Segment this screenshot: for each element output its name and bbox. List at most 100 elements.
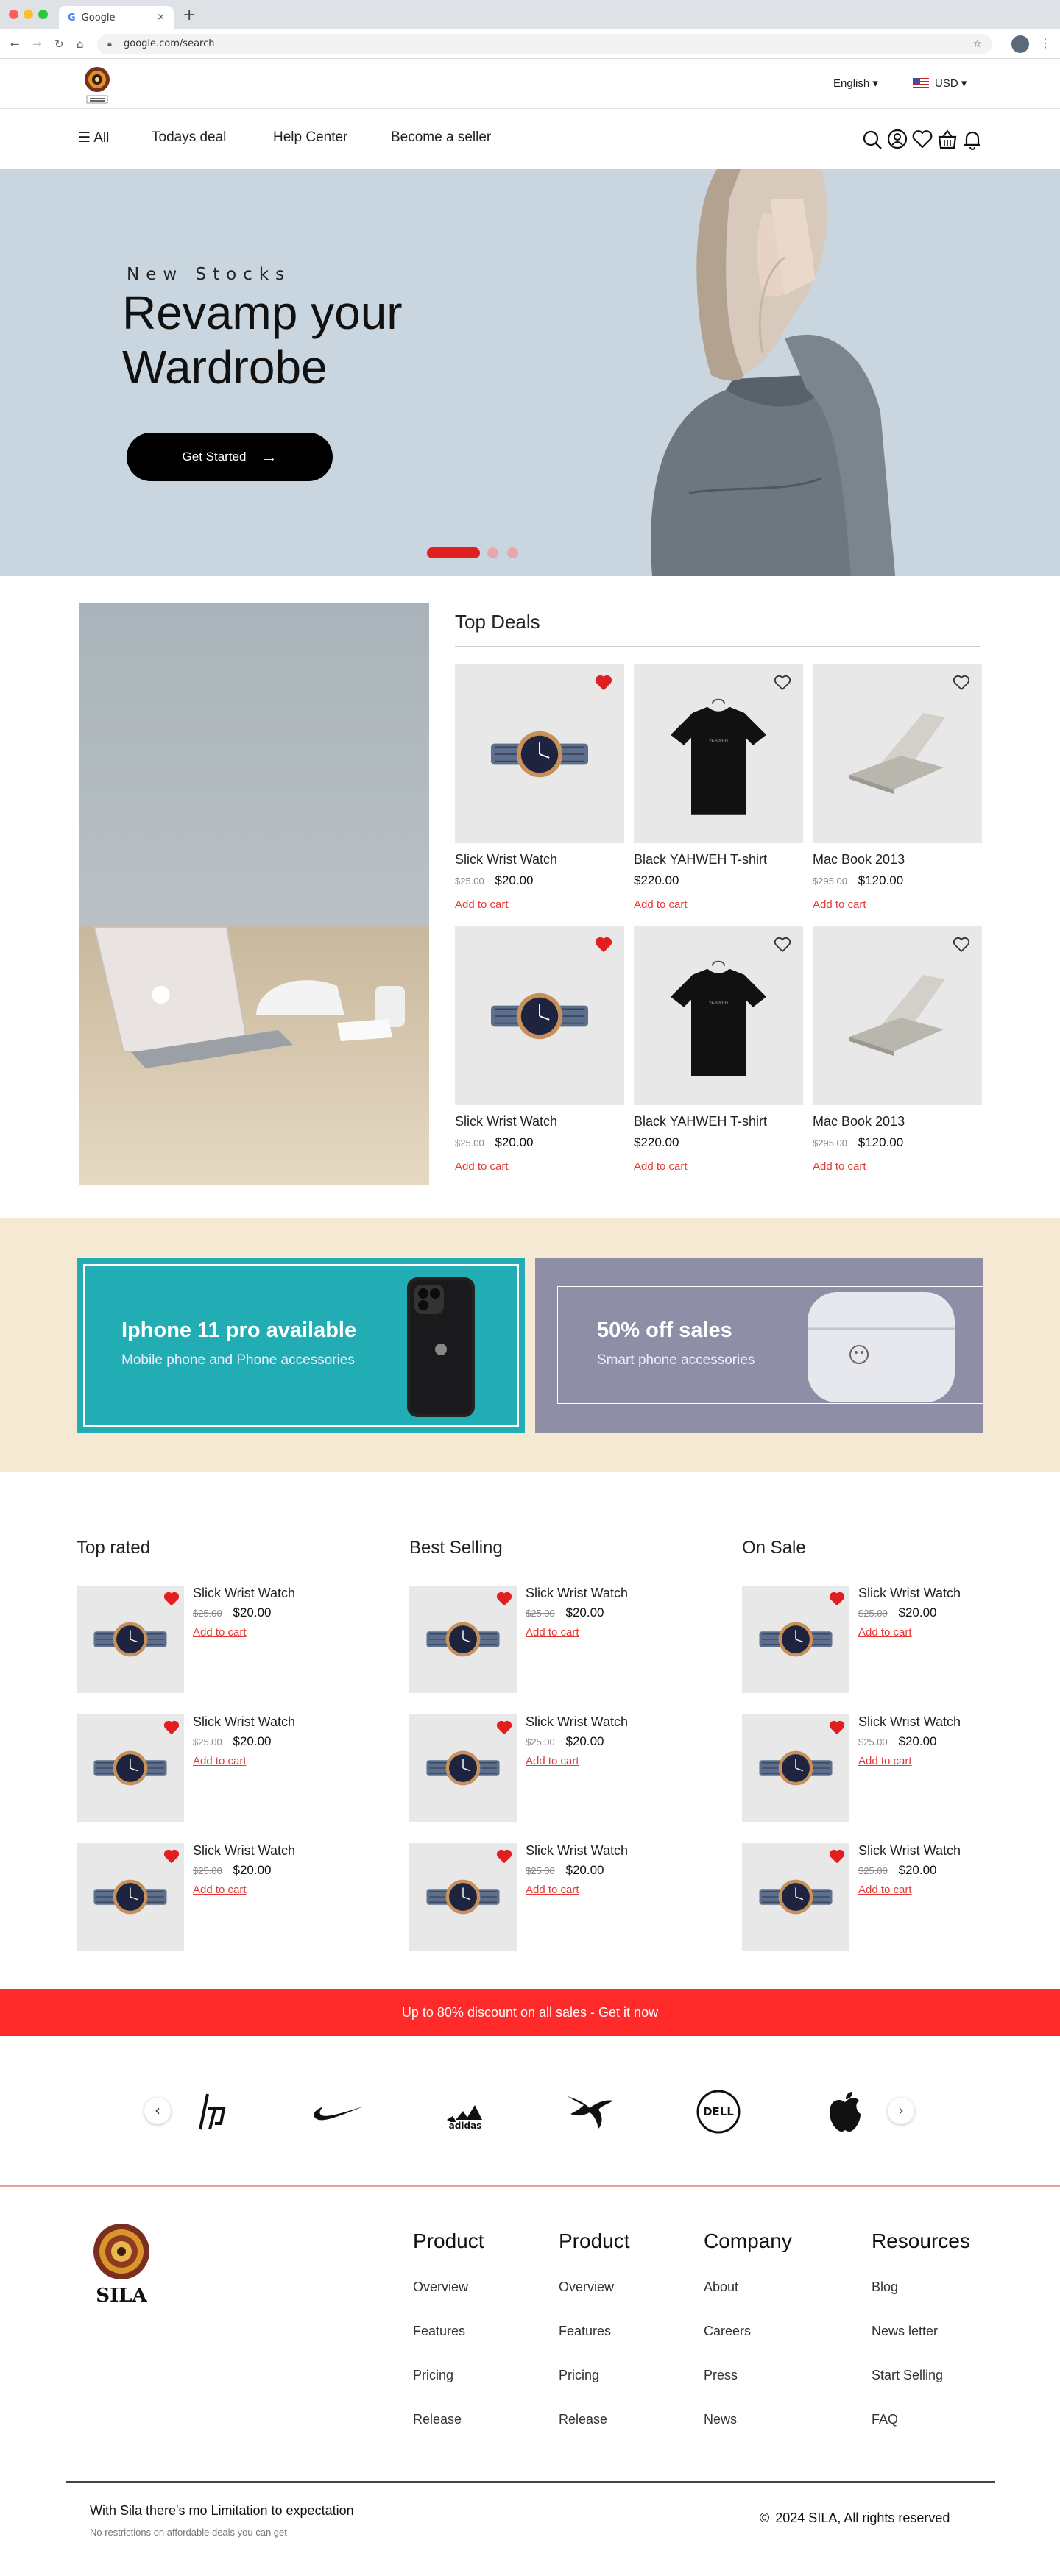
product-image[interactable]	[813, 664, 982, 843]
nike-logo-icon[interactable]	[309, 2086, 368, 2137]
profile-avatar[interactable]	[1011, 35, 1029, 53]
all-categories-menu[interactable]: ☰ All	[78, 129, 109, 146]
product-name[interactable]: Black YAHWEH T-shirt	[634, 1114, 803, 1129]
footer-link[interactable]: Pricing	[413, 2368, 484, 2383]
footer-link[interactable]: FAQ	[872, 2412, 970, 2427]
product-name[interactable]: Slick Wrist Watch	[193, 1586, 295, 1601]
product-name[interactable]: Slick Wrist Watch	[526, 1843, 628, 1859]
forward-arrow-icon[interactable]: →	[32, 38, 42, 51]
product-card[interactable]: Slick Wrist Watch $25.00 $20.00 Add to c…	[455, 926, 624, 1173]
product-image[interactable]	[455, 926, 624, 1105]
favorite-heart-icon[interactable]	[953, 937, 970, 953]
footer-link[interactable]: Start Selling	[872, 2368, 970, 2383]
favorite-heart-filled-icon[interactable]	[496, 1720, 512, 1735]
product-name[interactable]: Slick Wrist Watch	[455, 852, 624, 867]
product-image[interactable]	[455, 664, 624, 843]
minimize-window-button[interactable]	[24, 10, 33, 19]
favorite-heart-filled-icon[interactable]	[829, 1592, 845, 1606]
tab-close-icon[interactable]: ×	[157, 12, 165, 23]
adidas-logo-icon[interactable]: adidas	[436, 2086, 495, 2137]
get-started-button[interactable]: Get Started →	[127, 433, 333, 481]
product-name[interactable]: Mac Book 2013	[813, 852, 982, 867]
favorite-heart-icon[interactable]	[774, 937, 791, 953]
product-name[interactable]: Slick Wrist Watch	[193, 1714, 295, 1730]
slide-indicator[interactable]	[487, 547, 498, 558]
footer-link[interactable]: Release	[413, 2412, 484, 2427]
footer-link[interactable]: Press	[704, 2368, 792, 2383]
shopping-basket-icon[interactable]	[936, 127, 958, 152]
product-card[interactable]: Slick Wrist Watch $25.00 $20.00 Add to c…	[455, 664, 624, 911]
product-image[interactable]: YAHWEH	[634, 664, 803, 843]
product-thumbnail[interactable]	[742, 1714, 849, 1822]
footer-link[interactable]: Features	[559, 2324, 630, 2339]
back-arrow-icon[interactable]: ←	[10, 38, 20, 51]
home-icon[interactable]: ⌂	[77, 38, 84, 51]
product-name[interactable]: Slick Wrist Watch	[858, 1843, 961, 1859]
footer-link[interactable]: Pricing	[559, 2368, 630, 2383]
slide-indicator-active[interactable]	[427, 547, 480, 558]
new-tab-button[interactable]: +	[183, 6, 196, 24]
notification-bell-icon[interactable]	[961, 127, 983, 152]
add-to-cart-link[interactable]: Add to cart	[634, 1160, 803, 1173]
footer-link[interactable]: News letter	[872, 2324, 970, 2339]
search-icon[interactable]	[861, 127, 883, 152]
maximize-window-button[interactable]	[38, 10, 48, 19]
favorite-heart-icon[interactable]	[774, 675, 791, 691]
footer-link[interactable]: Blog	[872, 2279, 970, 2295]
promo-card-sales[interactable]: 50% off sales Smart phone accessories	[535, 1258, 983, 1433]
carousel-next-button[interactable]: ›	[888, 2098, 914, 2124]
product-thumbnail[interactable]	[77, 1586, 184, 1693]
nav-become-seller[interactable]: Become a seller	[391, 129, 491, 146]
product-thumbnail[interactable]	[409, 1714, 517, 1822]
add-to-cart-link[interactable]: Add to cart	[634, 898, 803, 911]
footer-link[interactable]: Careers	[704, 2324, 792, 2339]
product-name[interactable]: Black YAHWEH T-shirt	[634, 852, 803, 867]
close-window-button[interactable]	[9, 10, 18, 19]
add-to-cart-link[interactable]: Add to cart	[858, 1626, 961, 1639]
bookmark-star-icon[interactable]: ☆	[972, 34, 982, 54]
product-image[interactable]	[813, 926, 982, 1105]
favorite-heart-filled-icon[interactable]	[496, 1849, 512, 1864]
apple-logo-icon[interactable]	[816, 2086, 875, 2137]
product-name[interactable]: Slick Wrist Watch	[455, 1114, 624, 1129]
footer-link[interactable]: About	[704, 2279, 792, 2295]
favorite-heart-filled-icon[interactable]	[163, 1592, 180, 1606]
list-item[interactable]: Slick Wrist Watch $25.00 $20.00 Add to c…	[77, 1843, 327, 1951]
add-to-cart-link[interactable]: Add to cart	[526, 1626, 628, 1639]
slide-indicator[interactable]	[507, 547, 518, 558]
product-card[interactable]: YAHWEH Black YAHWEH T-shirt $220.00 Add …	[634, 926, 803, 1173]
footer-link[interactable]: Features	[413, 2324, 484, 2339]
reload-icon[interactable]: ↻	[54, 38, 64, 51]
product-name[interactable]: Slick Wrist Watch	[526, 1586, 628, 1601]
favorite-heart-filled-icon[interactable]	[163, 1849, 180, 1864]
product-thumbnail[interactable]	[409, 1586, 517, 1693]
list-item[interactable]: Slick Wrist Watch $25.00 $20.00 Add to c…	[409, 1714, 660, 1822]
favorite-heart-filled-icon[interactable]	[163, 1720, 180, 1735]
browser-menu-icon[interactable]: ⋮	[1039, 36, 1051, 50]
add-to-cart-link[interactable]: Add to cart	[526, 1755, 628, 1767]
add-to-cart-link[interactable]: Add to cart	[193, 1755, 295, 1767]
favorite-heart-icon[interactable]	[953, 675, 970, 691]
favorite-heart-filled-icon[interactable]	[829, 1849, 845, 1864]
add-to-cart-link[interactable]: Add to cart	[813, 898, 982, 911]
favorite-heart-filled-icon[interactable]	[496, 1592, 512, 1606]
dell-logo-icon[interactable]: DELL	[689, 2086, 748, 2137]
user-account-icon[interactable]	[886, 127, 908, 152]
add-to-cart-link[interactable]: Add to cart	[858, 1884, 961, 1896]
list-item[interactable]: Slick Wrist Watch $25.00 $20.00 Add to c…	[77, 1586, 327, 1693]
carousel-prev-button[interactable]: ‹	[144, 2098, 171, 2124]
add-to-cart-link[interactable]: Add to cart	[455, 1160, 624, 1173]
nav-todays-deal[interactable]: Todays deal	[152, 129, 226, 146]
product-card[interactable]: YAHWEH Black YAHWEH T-shirt $220.00 Add …	[634, 664, 803, 911]
add-to-cart-link[interactable]: Add to cart	[193, 1626, 295, 1639]
product-name[interactable]: Mac Book 2013	[813, 1114, 982, 1129]
add-to-cart-link[interactable]: Add to cart	[813, 1160, 982, 1173]
add-to-cart-link[interactable]: Add to cart	[455, 898, 624, 911]
list-item[interactable]: Slick Wrist Watch $25.00 $20.00 Add to c…	[742, 1714, 992, 1822]
add-to-cart-link[interactable]: Add to cart	[526, 1884, 628, 1896]
list-item[interactable]: Slick Wrist Watch $25.00 $20.00 Add to c…	[409, 1843, 660, 1951]
product-name[interactable]: Slick Wrist Watch	[858, 1714, 961, 1730]
favorite-heart-filled-icon[interactable]	[595, 675, 612, 691]
product-name[interactable]: Slick Wrist Watch	[526, 1714, 628, 1730]
favorite-heart-filled-icon[interactable]	[829, 1720, 845, 1735]
